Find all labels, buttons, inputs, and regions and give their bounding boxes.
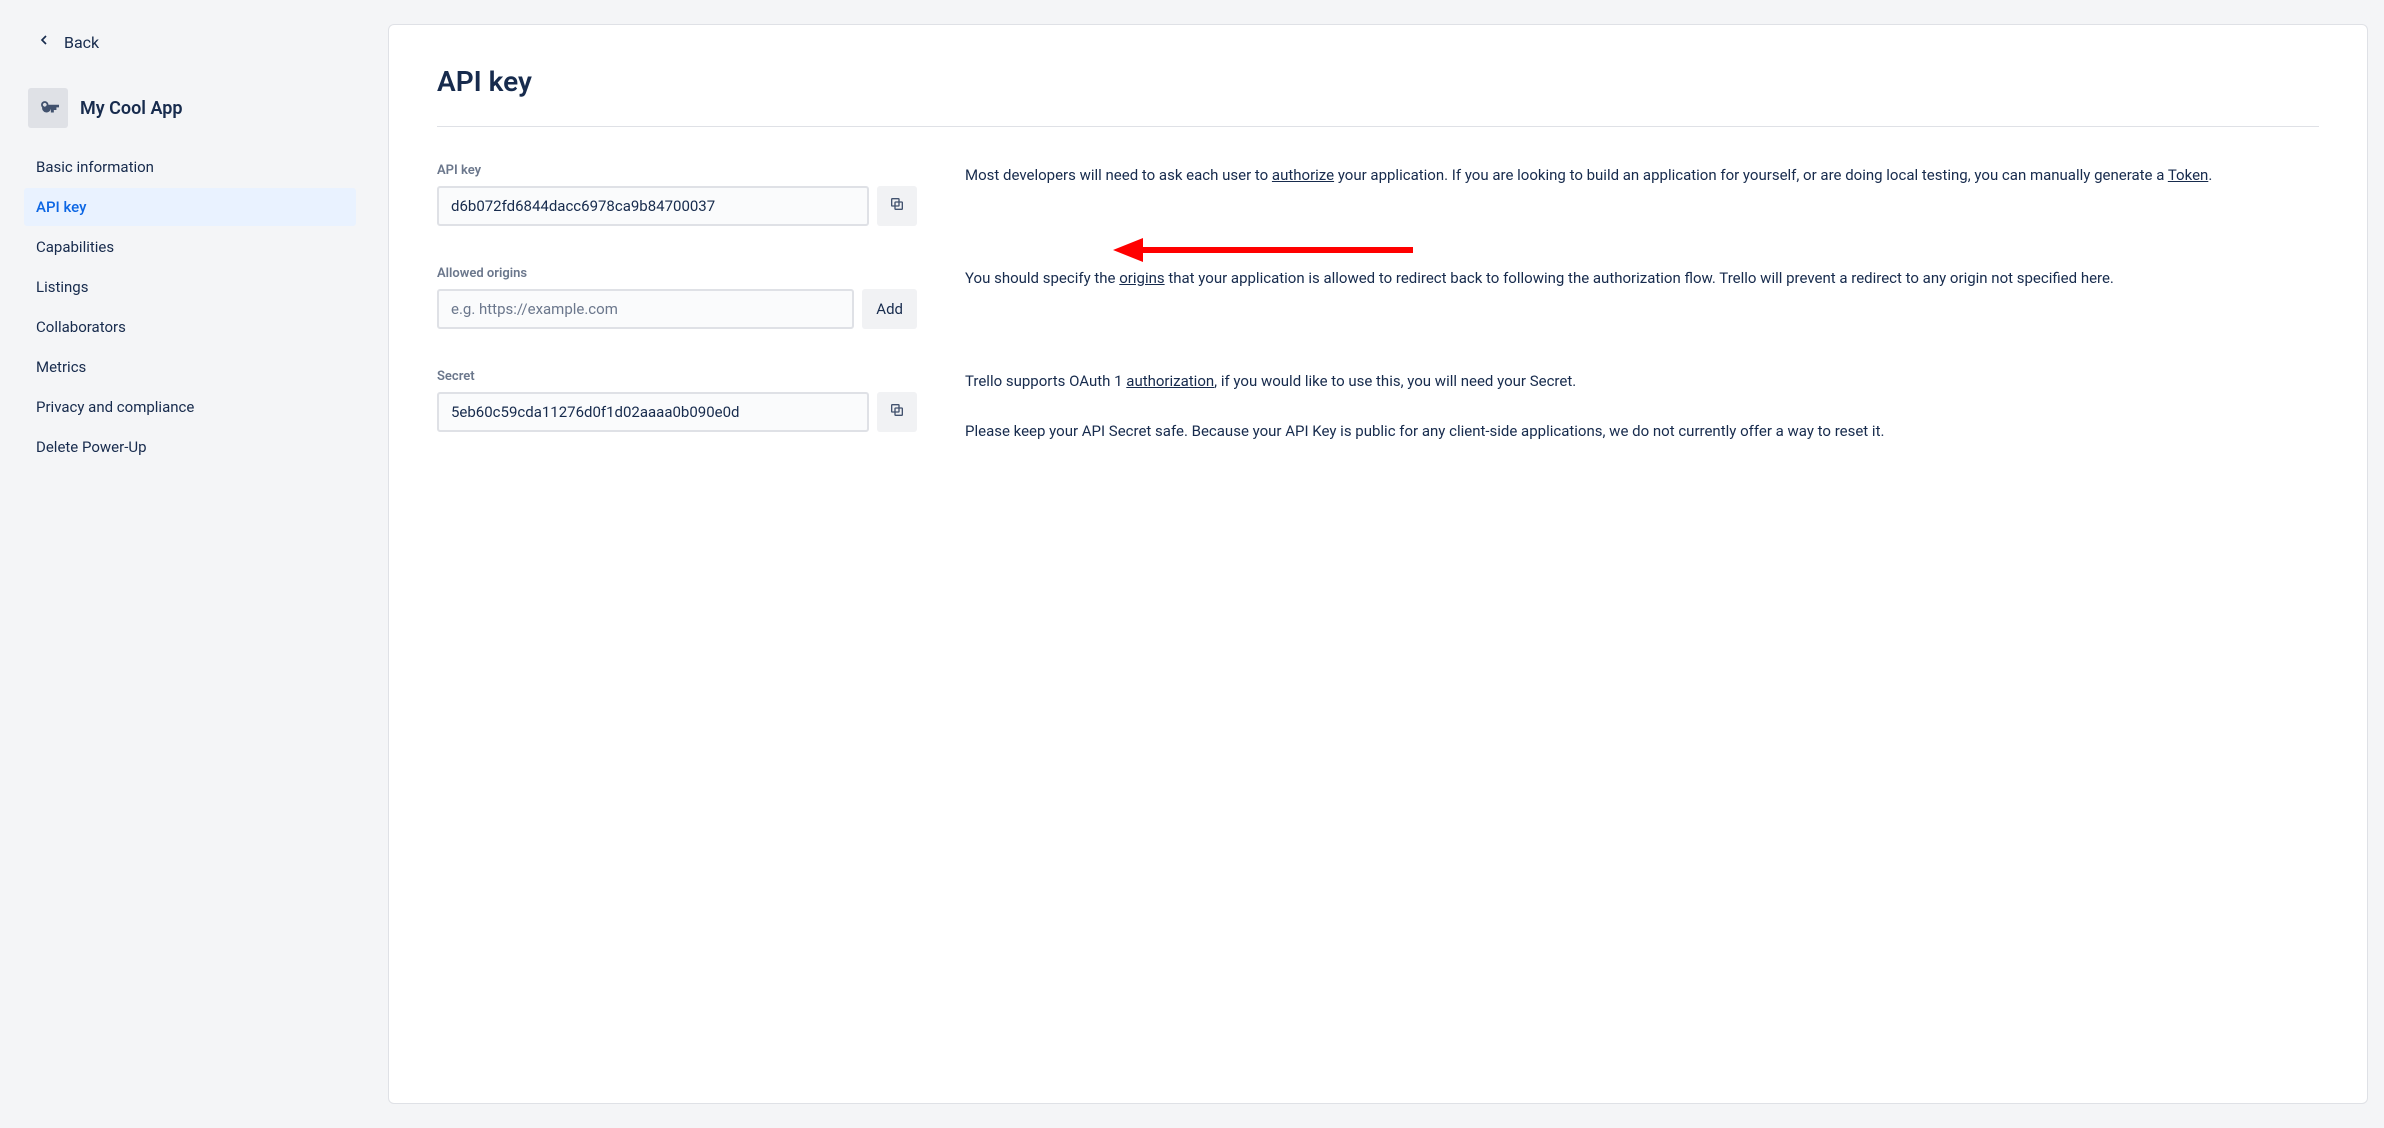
origins-link[interactable]: origins [1119,269,1164,287]
copy-icon [889,402,905,422]
api-key-input[interactable] [437,186,869,226]
sidebar: Back My Cool App Basic information API k… [16,24,356,1104]
app-name: My Cool App [80,98,183,119]
nav-item-basic-information[interactable]: Basic information [24,148,356,186]
secret-help-safe: Please keep your API Secret safe. Becaus… [965,419,2319,445]
section-api-key: API key Most developers will need to ask… [437,163,2319,226]
authorize-link[interactable]: authorize [1272,166,1334,184]
key-icon [28,88,68,128]
origins-help: You should specify the origins that your… [965,266,2319,292]
copy-api-key-button[interactable] [877,186,917,226]
back-button[interactable]: Back [24,24,356,60]
nav-item-delete-powerup[interactable]: Delete Power-Up [24,428,356,466]
nav-item-capabilities[interactable]: Capabilities [24,228,356,266]
add-origin-button[interactable]: Add [862,289,917,329]
arrow-annotation [1113,235,1423,265]
nav-item-metrics[interactable]: Metrics [24,348,356,386]
copy-icon [889,196,905,216]
secret-label: Secret [437,369,917,384]
authorization-link[interactable]: authorization [1126,372,1214,390]
app-header: My Cool App [24,88,356,128]
nav-item-api-key[interactable]: API key [24,188,356,226]
sidebar-nav: Basic information API key Capabilities L… [24,148,356,466]
main-content: API key API key Most developers will nee… [388,24,2368,1104]
secret-input[interactable] [437,392,869,432]
secret-help-oauth: Trello supports OAuth 1 authorization, i… [965,369,2319,395]
back-label: Back [64,33,99,52]
api-key-help: Most developers will need to ask each us… [965,163,2319,189]
token-link[interactable]: Token [2168,166,2208,184]
nav-item-privacy-compliance[interactable]: Privacy and compliance [24,388,356,426]
page-title: API key [437,65,2319,127]
nav-item-collaborators[interactable]: Collaborators [24,308,356,346]
chevron-left-icon [36,32,52,52]
nav-item-listings[interactable]: Listings [24,268,356,306]
origins-input[interactable] [437,289,854,329]
section-secret: Secret Trello supports OAuth 1 authoriza… [437,369,2319,444]
api-key-label: API key [437,163,917,178]
copy-secret-button[interactable] [877,392,917,432]
section-allowed-origins: Allowed origins Add You should specify t… [437,266,2319,329]
origins-label: Allowed origins [437,266,917,281]
